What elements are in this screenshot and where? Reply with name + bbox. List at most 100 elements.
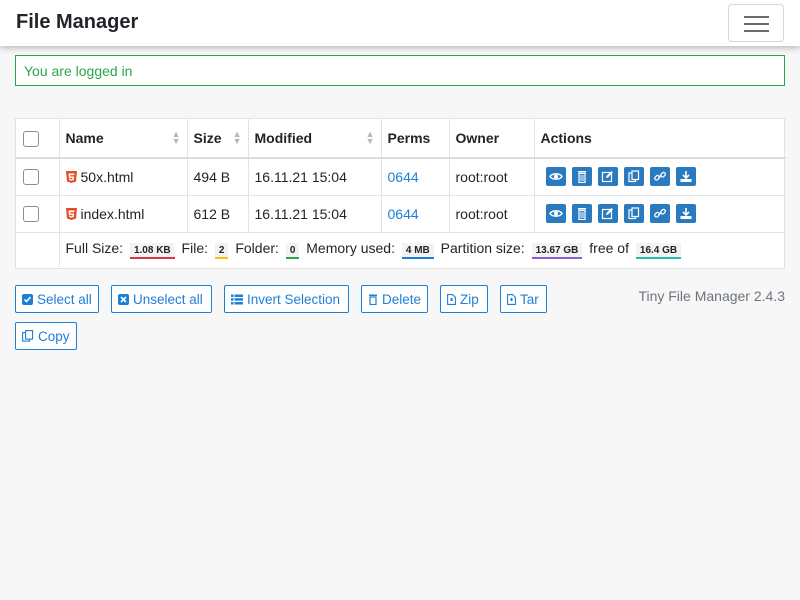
eye-icon bbox=[548, 173, 563, 181]
invert-selection-button[interactable]: Invert Selection bbox=[224, 285, 349, 313]
view-button[interactable] bbox=[545, 204, 566, 223]
navbar: File Manager bbox=[0, 0, 800, 46]
link-icon bbox=[653, 208, 666, 218]
memory-used-label: Memory used: bbox=[306, 240, 395, 257]
full-size-badge: 1.08 KB bbox=[129, 243, 175, 260]
delete-button[interactable] bbox=[571, 167, 592, 187]
link-icon bbox=[653, 172, 666, 181]
file-perms-link[interactable]: 0644 bbox=[388, 169, 419, 185]
unselect-all-button[interactable]: Unselect all bbox=[111, 285, 212, 313]
table-footer-row: Full Size: 1.08 KB File: 2 Folder: 0 Mem… bbox=[16, 232, 786, 267]
invert-selection-label: Invert Selection bbox=[247, 291, 341, 307]
memory-used-badge: 4 MB bbox=[401, 243, 434, 260]
file-size: 494 B bbox=[187, 158, 249, 196]
edit-button[interactable] bbox=[597, 167, 618, 187]
zip-button[interactable]: Zip bbox=[440, 285, 488, 313]
row-select-cell bbox=[16, 195, 60, 233]
table-header-row: Name ▲ ▼ Size ▲ ▼ Modified ▲ ▼ Perms Owner Act… bbox=[16, 119, 786, 159]
file-name-cell[interactable]: 50x.html bbox=[59, 158, 188, 196]
delete-selected-button[interactable]: Delete bbox=[361, 285, 428, 313]
copy-file-button[interactable] bbox=[623, 167, 644, 187]
file-count-label: File: bbox=[181, 240, 208, 257]
html5-icon bbox=[65, 207, 77, 220]
column-owner-label: Owner bbox=[455, 130, 500, 146]
file-size: 612 B bbox=[187, 195, 249, 233]
column-name-header[interactable]: Name ▲ ▼ bbox=[59, 119, 188, 159]
sort-icon: ▲ ▼ bbox=[232, 129, 242, 146]
column-size-label: Size bbox=[193, 130, 222, 146]
folder-count-badge: 0 bbox=[285, 243, 300, 260]
file-owner: root:root bbox=[449, 195, 535, 233]
folder-count-label: Folder: bbox=[235, 240, 279, 257]
table-row: 50x.html 494 B 16.11.21 15:04 0644 root:… bbox=[16, 158, 786, 196]
link-button[interactable] bbox=[649, 204, 670, 223]
copy-icon bbox=[627, 170, 639, 183]
delete-button[interactable] bbox=[571, 204, 592, 223]
file-modified: 16.11.21 15:04 bbox=[248, 158, 382, 196]
copy-file-button[interactable] bbox=[623, 204, 644, 223]
download-button[interactable] bbox=[675, 204, 696, 223]
eye-icon bbox=[548, 210, 563, 217]
select-all-label: Select all bbox=[37, 291, 92, 307]
file-table-container: Name ▲ ▼ Size ▲ ▼ Modified ▲ ▼ Perms Owner Act… bbox=[15, 118, 786, 269]
row-checkbox[interactable] bbox=[23, 169, 39, 186]
row-select-cell bbox=[16, 158, 60, 196]
brand-title[interactable]: File Manager bbox=[16, 11, 138, 34]
sort-icon: ▲ ▼ bbox=[365, 129, 375, 146]
select-all-button[interactable]: Select all bbox=[15, 285, 99, 313]
tar-button[interactable]: Tar bbox=[500, 285, 547, 313]
edit-button[interactable] bbox=[597, 204, 618, 223]
download-icon bbox=[680, 208, 691, 219]
trash-icon bbox=[577, 208, 586, 220]
column-perms-label: Perms bbox=[387, 130, 431, 146]
tar-label: Tar bbox=[520, 291, 539, 307]
file-archive-icon bbox=[507, 293, 516, 305]
column-name-label: Name bbox=[65, 130, 104, 146]
column-size-header[interactable]: Size ▲ ▼ bbox=[187, 119, 249, 159]
file-owner: root:root bbox=[449, 158, 535, 196]
link-button[interactable] bbox=[649, 167, 670, 187]
column-modified-label: Modified bbox=[254, 130, 313, 146]
column-owner-header: Owner bbox=[449, 119, 535, 159]
column-perms-header: Perms bbox=[381, 119, 450, 159]
total-size-badge: 16.4 GB bbox=[635, 243, 682, 260]
footer-stats: Full Size: 1.08 KB File: 2 Folder: 0 Mem… bbox=[59, 232, 786, 267]
hamburger-icon bbox=[744, 16, 769, 18]
select-all-checkbox[interactable] bbox=[23, 130, 39, 147]
partition-size-badge: 13.67 GB bbox=[531, 243, 583, 260]
login-alert: You are logged in bbox=[15, 55, 785, 86]
footer-empty-cell bbox=[16, 232, 60, 267]
copy-icon bbox=[627, 207, 639, 220]
menu-toggle-button[interactable] bbox=[728, 4, 784, 42]
file-name: index.html bbox=[80, 205, 145, 222]
column-actions-label: Actions bbox=[540, 130, 592, 146]
row-checkbox[interactable] bbox=[23, 206, 39, 223]
version-text: Tiny File Manager 2.4.3 bbox=[638, 288, 785, 304]
actions-cell bbox=[534, 195, 786, 233]
file-perms-link[interactable]: 0644 bbox=[388, 206, 419, 222]
full-size-label: Full Size: bbox=[65, 240, 124, 257]
download-button[interactable] bbox=[675, 167, 696, 187]
column-modified-header[interactable]: Modified ▲ ▼ bbox=[248, 119, 382, 159]
sort-icon: ▲ ▼ bbox=[171, 129, 181, 146]
file-archive-icon bbox=[447, 293, 456, 305]
trash-icon bbox=[369, 294, 377, 305]
file-name-cell[interactable]: index.html bbox=[59, 195, 188, 233]
copy-label: Copy bbox=[38, 328, 70, 344]
copy-selected-button[interactable]: Copy bbox=[15, 322, 77, 350]
copy-icon bbox=[22, 330, 34, 342]
file-count-badge: 2 bbox=[214, 243, 229, 260]
file-table: Name ▲ ▼ Size ▲ ▼ Modified ▲ ▼ Perms Owner Act… bbox=[16, 119, 786, 267]
file-name: 50x.html bbox=[80, 168, 134, 185]
partition-size-label: Partition size: bbox=[440, 240, 525, 257]
x-square-icon bbox=[118, 293, 129, 305]
html5-icon bbox=[65, 170, 77, 183]
header-select-cell bbox=[16, 119, 60, 159]
edit-icon bbox=[601, 208, 613, 220]
unselect-all-label: Unselect all bbox=[133, 291, 203, 307]
hamburger-icon bbox=[744, 30, 769, 32]
actions-cell bbox=[534, 158, 786, 196]
list-icon bbox=[231, 294, 243, 304]
view-button[interactable] bbox=[545, 167, 566, 187]
column-actions-header: Actions bbox=[534, 119, 786, 159]
